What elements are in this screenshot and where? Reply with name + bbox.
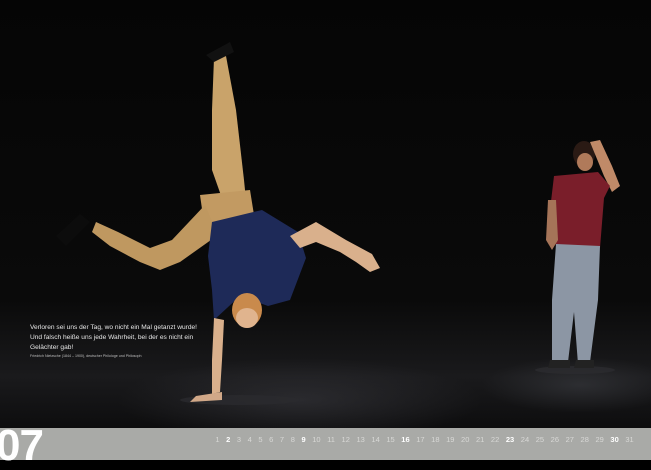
day-17: 17: [416, 435, 425, 444]
day-27: 27: [565, 435, 574, 444]
day-3: 3: [236, 435, 242, 444]
day-11: 11: [327, 435, 335, 444]
dancers-photo: [56, 42, 620, 405]
quote-block: Verloren sei uns der Tag, wo nicht ein M…: [30, 323, 205, 359]
day-2: 2: [226, 435, 231, 444]
month-number: 07: [0, 421, 44, 470]
day-8: 8: [290, 435, 295, 444]
day-10: 10: [312, 435, 321, 444]
day-19: 19: [446, 435, 455, 444]
quote-line-3: Gelächter gab!: [30, 344, 74, 351]
day-21: 21: [475, 435, 485, 444]
day-28: 28: [580, 435, 589, 444]
day-20: 20: [461, 435, 470, 444]
day-23: 23: [505, 435, 515, 444]
day-12: 12: [341, 435, 350, 444]
day-16: 16: [401, 435, 410, 444]
stage-photo: Verloren sei uns der Tag, wo nicht ein M…: [0, 0, 651, 428]
day-14: 14: [371, 435, 380, 444]
day-9: 9: [301, 435, 306, 444]
day-18: 18: [431, 435, 440, 444]
standing-dancer: [546, 140, 620, 368]
day-list: 1 2 3 4 5 6 7 8 9 10 11 12 13 14 15 16 17 18 19 20 21 22 23 24 2…: [212, 435, 637, 444]
day-13: 13: [356, 435, 365, 444]
day-24: 24: [520, 435, 530, 444]
day-29: 29: [595, 435, 604, 444]
day-25: 25: [535, 435, 545, 444]
day-31: 31: [625, 435, 634, 444]
day-4: 4: [247, 435, 252, 444]
day-30: 30: [610, 435, 619, 444]
day-5: 5: [258, 435, 263, 444]
day-22: 22: [490, 435, 500, 444]
day-6: 6: [269, 435, 274, 444]
calendar-strip: 07 1 2 3 4 5 6 7 8 9 10 11 12 13 14 15 16 17 18 19 20 21 22 23…: [0, 424, 651, 468]
day-15: 15: [386, 435, 395, 444]
day-1: 1: [215, 435, 220, 444]
quote-attribution: Friedrich Nietzsche (1844 – 1900), deuts…: [30, 354, 142, 358]
quote-line-1: Verloren sei uns der Tag, wo nicht ein M…: [30, 324, 198, 331]
day-26: 26: [550, 435, 560, 444]
quote-line-2: Und falsch heiße uns jede Wahrheit, bei …: [30, 334, 194, 341]
day-7: 7: [279, 435, 285, 444]
